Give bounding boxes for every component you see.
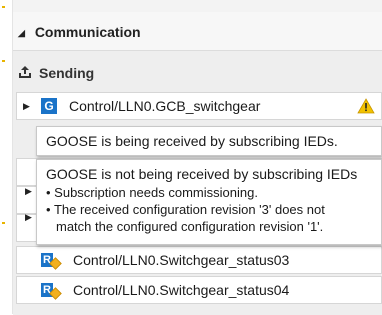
- collapse-arrow-icon[interactable]: ◢: [18, 28, 25, 38]
- expand-arrow-icon[interactable]: ▶: [23, 93, 30, 119]
- left-strip: [0, 0, 13, 314]
- sending-item-label: Control/LLN0.Switchgear_status03: [73, 252, 290, 268]
- communication-title: Communication: [34, 24, 141, 40]
- tooltip-not-received-title: GOOSE is not being received by subscribi…: [46, 166, 358, 182]
- marker-dot: [2, 60, 5, 62]
- sending-title: Sending: [39, 65, 95, 81]
- tooltip-bullet: • Subscription needs commissioning.: [46, 185, 258, 200]
- report-badge: R: [41, 253, 62, 270]
- goose-badge: G: [41, 98, 57, 114]
- sending-header: Sending: [18, 60, 94, 86]
- warning-icon[interactable]: [357, 98, 375, 114]
- tooltip-received: GOOSE is being received by subscribing I…: [36, 126, 382, 156]
- sending-item-label: Control/LLN0.GCB_switchgear: [69, 98, 261, 114]
- expand-arrow-icon[interactable]: ▶: [25, 186, 32, 197]
- marker-dot: [2, 6, 5, 8]
- tooltip-not-received: GOOSE is not being received by subscribi…: [36, 159, 382, 245]
- sending-item-switchgear-status03[interactable]: R Control/LLN0.Switchgear_status03: [16, 246, 382, 274]
- tooltip-bullet-continuation: match the configured configuration revis…: [56, 219, 324, 234]
- tooltip-bullet: • The received configuration revision '3…: [46, 202, 325, 217]
- communication-header[interactable]: ◢ Communication: [18, 20, 141, 44]
- report-badge: R: [41, 283, 62, 300]
- marker-dot: [2, 222, 5, 224]
- sending-item-label: Control/LLN0.Switchgear_status04: [73, 282, 290, 298]
- expand-arrow-icon[interactable]: ▶: [25, 212, 32, 223]
- sending-item-switchgear-status04[interactable]: R Control/LLN0.Switchgear_status04: [16, 276, 382, 304]
- upload-icon: [19, 66, 31, 79]
- sending-item-gcb-switchgear[interactable]: ▶ G Control/LLN0.GCB_switchgear: [16, 92, 382, 120]
- tooltip-received-text: GOOSE is being received by subscribing I…: [46, 133, 338, 149]
